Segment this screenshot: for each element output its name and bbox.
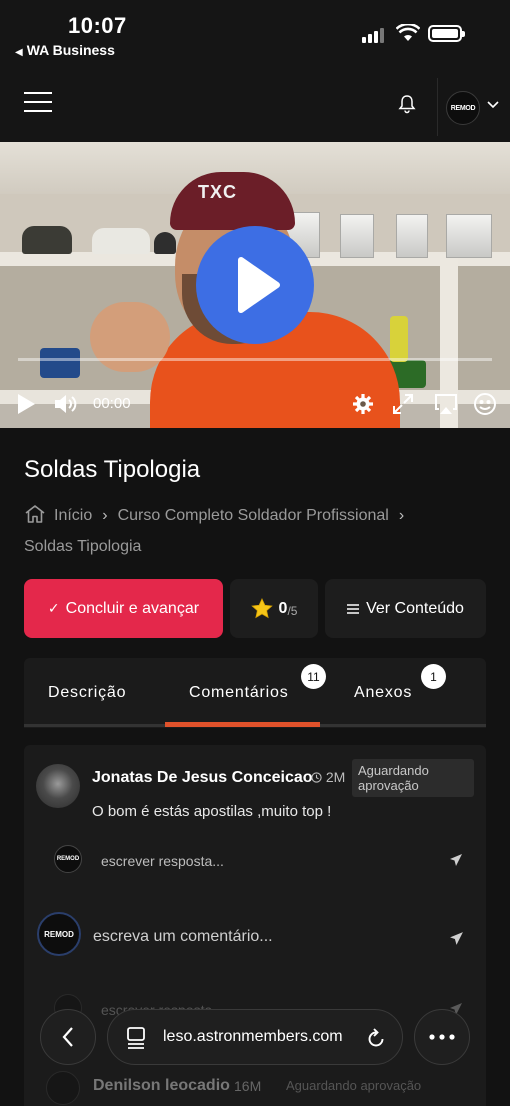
browser-toolbar: leso.astronmembers.com [0,1000,510,1080]
battery-icon [428,25,465,42]
send-icon[interactable] [449,853,463,867]
current-user-logo-text: REMOD [44,929,74,939]
back-triangle-icon: ◀ [15,47,23,58]
current-user-avatar: REMOD [37,912,81,956]
wifi-icon [396,24,420,41]
video-progress-bar[interactable] [18,358,492,361]
page-menu-icon[interactable] [126,1027,146,1049]
home-icon[interactable] [24,504,46,524]
back-to-app-link[interactable]: ◀ WA Business [15,42,115,58]
video-frame-cap [92,228,150,254]
volume-icon[interactable] [54,393,80,415]
reply-user-avatar: REMOD [54,845,82,873]
reply-input[interactable]: escrever resposta... [101,853,224,869]
reply-avatar-logo-text: REMOD [56,856,80,862]
check-icon: ✓ [47,600,60,616]
play-icon[interactable] [16,393,36,415]
rating-max: /5 [287,603,298,618]
video-frame-cap [154,232,176,254]
video-frame-toy-tractor [390,316,408,362]
comment-time: 2M [311,769,345,785]
view-content-label: Ver Conteúdo [366,599,464,617]
star-icon [250,598,273,619]
play-icon [238,257,280,313]
rating-button[interactable]: 0/5 [230,579,318,638]
page-title: Soldas Tipologia [24,456,201,483]
video-frame-trophy [340,214,374,258]
fullscreen-icon[interactable] [392,393,414,415]
send-icon[interactable] [449,931,464,946]
user-avatar[interactable]: REMOD [446,91,480,125]
comment-time: 16M [234,1078,262,1094]
comments-count-badge: 11 [301,664,326,689]
bell-icon[interactable] [397,94,417,114]
video-frame-trophy [396,214,428,258]
more-dots-icon [429,1034,455,1040]
menu-icon[interactable] [24,90,52,114]
avatar-logo-text: REMOD [450,104,476,112]
list-icon [347,603,360,614]
video-frame-trophy [446,214,492,258]
breadcrumb-chevron-icon: › [102,507,108,524]
comment-time-value: 2M [325,769,346,785]
status-bar: 10:07 ◀ WA Business [0,0,510,64]
browser-more-button[interactable] [414,1009,470,1065]
address-bar[interactable]: leso.astronmembers.com [107,1009,403,1065]
clock: 10:07 [68,13,127,38]
complete-and-advance-button[interactable]: ✓ Concluir e avançar [24,579,223,638]
breadcrumb-course-link[interactable]: Curso Completo Soldador Profissional [118,507,389,524]
video-frame-toy-tractor [40,348,80,378]
complete-button-label: Concluir e avançar [65,599,200,617]
comment-author-avatar[interactable] [36,764,80,808]
breadcrumb-home-link[interactable]: Início [54,507,92,524]
browser-back-button[interactable] [40,1009,96,1065]
breadcrumb-current: Soldas Tipologia [24,538,142,555]
nav-divider [437,78,438,136]
airplay-icon[interactable] [434,392,458,416]
clock-icon [311,772,322,783]
reply-row: REMOD escrever resposta... [24,841,486,885]
cap-logo-text: TXC [198,182,237,202]
view-content-button[interactable]: Ver Conteúdo [325,579,486,638]
breadcrumb-chevron-icon: › [398,507,405,524]
pending-approval-badge: Aguardando aprovação [286,1078,422,1093]
video-frame-cap [22,226,72,254]
video-player[interactable]: TXC 00:00 [0,142,510,428]
tab-active-indicator [165,722,320,727]
back-app-label: WA Business [26,42,115,58]
top-navigation: REMOD [0,64,510,142]
signal-icon [362,27,388,43]
settings-gear-icon[interactable] [352,393,374,415]
video-time: 00:00 [93,395,131,412]
video-frame-hand [90,302,170,372]
tab-bar: Descrição Comentários Anexos 11 1 [24,658,486,728]
chevron-left-icon [62,1027,73,1047]
chevron-down-icon[interactable] [486,100,500,110]
breadcrumb: Início › Curso Completo Soldador Profissio… [24,500,494,562]
tab-comments[interactable]: Comentários [189,684,289,702]
reload-icon[interactable] [366,1027,386,1049]
rating-value: 0 [278,599,288,617]
comment-text: O bom é estás apostilas ,muito top ! [92,803,332,820]
url-text: leso.astronmembers.com [163,1028,343,1045]
picture-in-picture-icon[interactable] [473,392,497,416]
pending-approval-badge: Aguardando aprovação [352,759,474,797]
tab-description[interactable]: Descrição [48,684,126,702]
play-overlay-button[interactable] [196,226,314,344]
tab-attachments[interactable]: Anexos [354,684,412,702]
attachments-count-badge: 1 [421,664,446,689]
new-comment-input[interactable]: escreva um comentário... [93,928,273,946]
comment-author-name: Jonatas De Jesus Conceicao [92,769,313,786]
